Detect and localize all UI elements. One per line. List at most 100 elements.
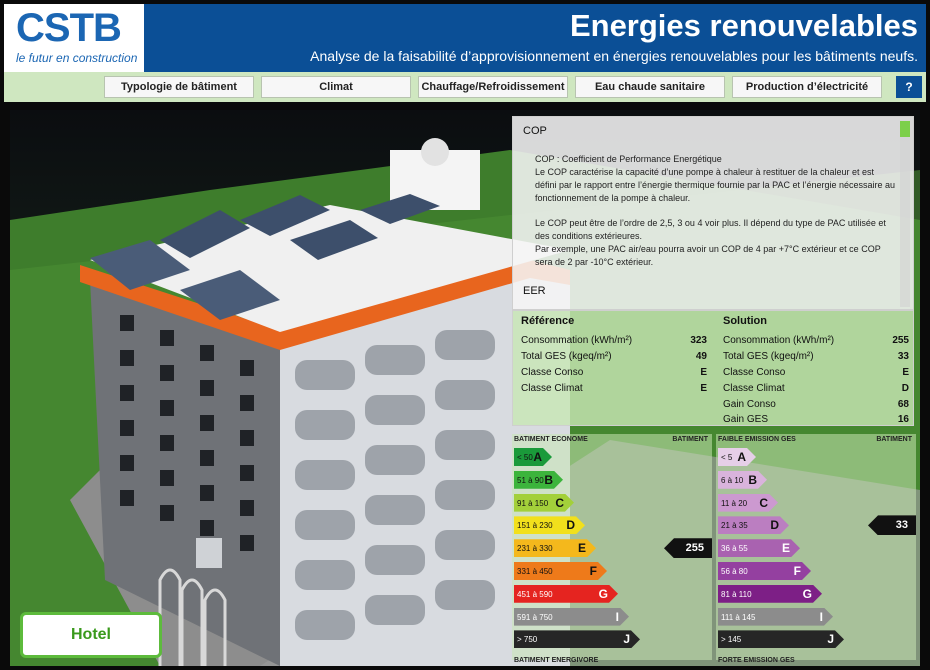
reference-row: Consommation (kWh/m²) 323 <box>521 335 707 350</box>
energy-label-header: BATIMENT ECONOME <box>514 436 588 443</box>
app-subtitle: Analyse de la faisabilité d’approvisionn… <box>310 48 918 64</box>
energy-grade-letter: E <box>577 541 586 556</box>
ges-label-panel: FAIBLE EMISSION GES BATIMENT FORTE EMISS… <box>716 434 916 664</box>
ges-grade-range: 11 à 20 <box>721 498 748 508</box>
ges-grade-range: 56 à 80 <box>721 567 748 576</box>
row-value: 33 <box>897 351 909 362</box>
building-type-button[interactable]: Hotel <box>20 612 162 658</box>
cop-line <box>535 205 897 217</box>
info-scrollbar-track[interactable] <box>900 121 910 307</box>
energy-label-column: BATIMENT <box>672 436 708 443</box>
cop-line: Par exemple, une PAC air/eau pourra avoi… <box>535 244 881 268</box>
nav-chauffage-button[interactable]: Chauffage/Refroidissement <box>418 76 568 98</box>
ges-value-marker: 33 <box>868 515 916 536</box>
cop-description: COP : Coefficient de Performance Energét… <box>535 153 897 269</box>
energy-grade-letter: J <box>623 632 630 647</box>
row-value: 68 <box>897 399 909 410</box>
eer-heading: EER <box>523 285 546 297</box>
solution-row: Gain Conso 68 <box>723 399 909 414</box>
energy-grade-range: 151 à 230 <box>517 521 553 531</box>
ges-grade-range: 21 à 35 <box>721 521 748 531</box>
ges-grade-bar: > 145 J <box>718 630 844 648</box>
solution-row: Consommation (kWh/m²) 255 <box>723 335 909 350</box>
energy-grade-letter: D <box>566 518 575 533</box>
app-header: CSTB le futur en construction Energies r… <box>4 4 926 72</box>
results-panel: Référence Consommation (kWh/m²) 323 Total… <box>512 310 914 426</box>
row-label: Classe Climat <box>521 383 583 394</box>
energy-grade-bar: 51 à 90 B <box>514 471 563 489</box>
energy-grade-bar: 331 à 450 F <box>514 562 607 580</box>
row-value: D <box>901 383 909 394</box>
app-window: CSTB le futur en construction Energies r… <box>0 0 930 670</box>
nav-climat-button[interactable]: Climat <box>261 76 411 98</box>
nav-eau-chaude-button[interactable]: Eau chaude sanitaire <box>575 76 725 98</box>
row-value: E <box>700 367 707 378</box>
cop-heading: COP <box>523 125 547 137</box>
energy-grade-bar: 451 à 590 G <box>514 585 618 603</box>
row-label: Consommation (kWh/m²) <box>521 335 633 346</box>
reference-row: Classe Climat E <box>521 383 707 398</box>
help-button[interactable]: ? <box>896 76 922 98</box>
solution-row: Classe Climat D <box>723 383 909 398</box>
ges-grade-letter: B <box>748 472 757 487</box>
energy-grade-bar: 151 à 230 D <box>514 516 585 534</box>
ges-grade-bar: 36 à 55 E <box>718 539 800 557</box>
building-scene: COP COP : Coefficient de Performance Ene… <box>10 110 920 666</box>
ges-grade-letter: D <box>770 518 779 533</box>
row-label: Classe Climat <box>723 383 785 394</box>
row-label: Gain GES <box>723 414 769 425</box>
solution-row: Classe Conso E <box>723 367 909 382</box>
row-value: E <box>700 383 707 394</box>
energy-grade-letter: C <box>555 495 564 510</box>
energy-grade-range: 91 à 150 <box>517 498 549 508</box>
ges-grade-bar: 111 à 145 I <box>718 608 833 626</box>
cop-line: Le COP peut être de l’ordre de 2,5, 3 ou… <box>535 218 886 242</box>
ges-grade-range: > 145 <box>721 635 742 645</box>
ges-grade-range: 111 à 145 <box>721 612 756 622</box>
energy-grade-range: 231 à 330 <box>517 544 553 554</box>
reference-row: Classe Conso E <box>521 367 707 382</box>
row-value: 255 <box>892 335 909 346</box>
row-value: 16 <box>897 414 909 425</box>
cop-line: COP : Coefficient de Performance Energét… <box>535 154 722 164</box>
energy-label-panel: BATIMENT ECONOME BATIMENT BATIMENT ENERG… <box>512 434 712 664</box>
energy-grade-bar: > 750 J <box>514 630 640 648</box>
ges-grade-range: 6 à 10 <box>721 475 744 485</box>
row-label: Total GES (kgeq/m²) <box>723 351 814 362</box>
energy-value-marker: 255 <box>664 538 712 559</box>
energy-label-footer: BATIMENT ENERGIVORE <box>514 657 599 664</box>
ges-grade-range: < 5 <box>721 453 733 462</box>
energy-grade-letter: B <box>544 472 553 487</box>
solution-row: Total GES (kgeq/m²) 33 <box>723 351 909 366</box>
row-value: E <box>902 367 909 378</box>
logo-tagline: le futur en construction <box>16 51 138 65</box>
info-scrollbar-thumb[interactable] <box>900 121 910 137</box>
cop-line: Le COP caractérise la capacité d’une pom… <box>535 167 896 204</box>
energy-grade-range: 51 à 90 <box>517 475 544 485</box>
nav-typologie-button[interactable]: Typologie de bâtiment <box>104 76 254 98</box>
ges-grade-range: 36 à 55 <box>721 544 748 554</box>
energy-grade-range: 451 à 590 <box>517 589 553 599</box>
energy-grade-bar: 91 à 150 C <box>514 494 574 512</box>
ges-grade-letter: I <box>819 609 823 624</box>
nav-electricite-button[interactable]: Production d’électricité <box>732 76 882 98</box>
ges-label-column: BATIMENT <box>876 436 912 443</box>
ges-grade-letter: C <box>759 495 768 510</box>
ges-grade-bar: 6 à 10 B <box>718 471 767 489</box>
ges-grade-letter: F <box>793 564 801 578</box>
solution-row: Gain GES 16 <box>723 414 909 429</box>
row-label: Gain Conso <box>723 399 776 410</box>
ges-grade-bar: 81 à 110 G <box>718 585 822 603</box>
main-nav: Typologie de bâtiment Climat Chauffage/R… <box>4 72 926 102</box>
solution-title: Solution <box>723 315 767 327</box>
energy-grade-range: > 750 <box>517 635 538 645</box>
energy-grade-range: 331 à 450 <box>517 567 553 576</box>
row-label: Classe Conso <box>521 367 584 378</box>
energy-grade-range: < 50 <box>517 453 533 462</box>
ges-grade-bar: 56 à 80 F <box>718 562 811 580</box>
row-value: 49 <box>695 351 707 362</box>
ges-grade-bar: < 5 A <box>718 448 756 466</box>
logo-text: CSTB <box>16 6 122 50</box>
ges-grade-range: 81 à 110 <box>721 589 752 599</box>
ges-label-footer: FORTE EMISSION GES <box>718 657 795 664</box>
